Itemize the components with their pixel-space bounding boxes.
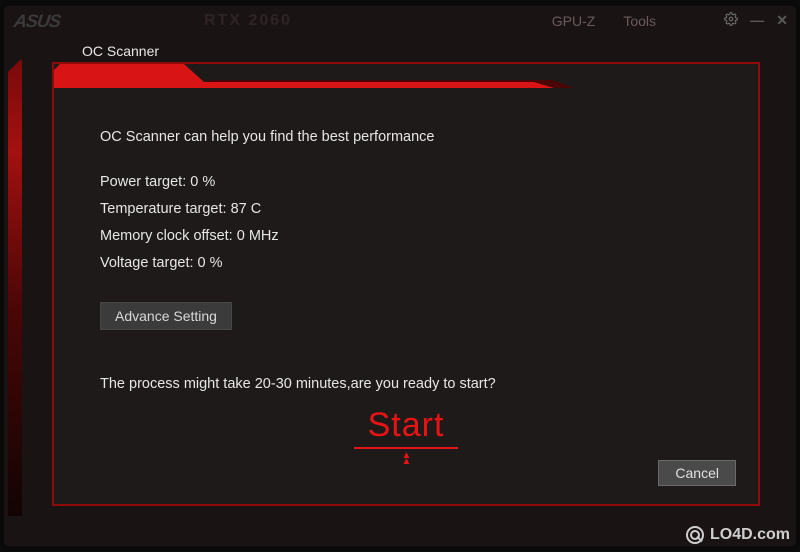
dialog-header: OC Scanner xyxy=(68,40,187,64)
chevron-up-icon: ▲▲ xyxy=(54,453,758,465)
cancel-button[interactable]: Cancel xyxy=(658,460,736,486)
param-memory-clock: Memory clock offset: 0 MHz xyxy=(100,226,712,247)
minimize-icon[interactable]: — xyxy=(750,12,764,29)
params-list: Power target: 0 % Temperature target: 87… xyxy=(100,172,712,274)
param-voltage: Voltage target: 0 % xyxy=(100,253,712,274)
window-controls: — ✕ xyxy=(724,12,788,29)
param-mem-label: Memory clock offset: xyxy=(100,228,233,244)
tab-tools[interactable]: Tools xyxy=(623,13,656,29)
dialog-title: OC Scanner xyxy=(82,43,159,59)
param-power: Power target: 0 % xyxy=(100,172,712,193)
dialog-body: OC Scanner can help you find the best pe… xyxy=(54,93,758,395)
oc-scanner-dialog: OC Scanner OC Scanner can help you find … xyxy=(52,62,760,506)
confirm-text: The process might take 20-30 minutes,are… xyxy=(100,374,712,395)
param-mem-value: 0 MHz xyxy=(237,228,279,244)
param-temp-value: 87 C xyxy=(231,201,262,217)
left-accent-bar xyxy=(8,60,22,516)
gpu-model-label: RTX 2060 xyxy=(204,12,292,30)
tab-group: GPU-Z Tools xyxy=(552,13,656,29)
asus-logo: ASUS xyxy=(13,11,62,32)
titlebar: ASUS RTX 2060 GPU-Z Tools — ✕ xyxy=(4,6,796,36)
advance-setting-button[interactable]: Advance Setting xyxy=(100,302,232,330)
param-volt-label: Voltage target: xyxy=(100,255,194,271)
tab-gpuz[interactable]: GPU-Z xyxy=(552,13,596,29)
dialog-intro-text: OC Scanner can help you find the best pe… xyxy=(100,127,712,148)
dialog-header-shape xyxy=(54,64,574,88)
settings-icon[interactable] xyxy=(724,12,738,29)
param-temperature: Temperature target: 87 C xyxy=(100,199,712,220)
start-button[interactable]: Start xyxy=(354,406,459,449)
param-temp-label: Temperature target: xyxy=(100,201,227,217)
main-window: ASUS RTX 2060 GPU-Z Tools — ✕ xyxy=(4,6,796,546)
close-icon[interactable]: ✕ xyxy=(776,12,788,29)
param-volt-value: 0 % xyxy=(198,255,223,271)
param-power-label: Power target: xyxy=(100,174,186,190)
param-power-value: 0 % xyxy=(190,174,215,190)
app-root: ASUS RTX 2060 GPU-Z Tools — ✕ xyxy=(0,0,800,552)
start-area: Start ▲▲ xyxy=(54,406,758,465)
